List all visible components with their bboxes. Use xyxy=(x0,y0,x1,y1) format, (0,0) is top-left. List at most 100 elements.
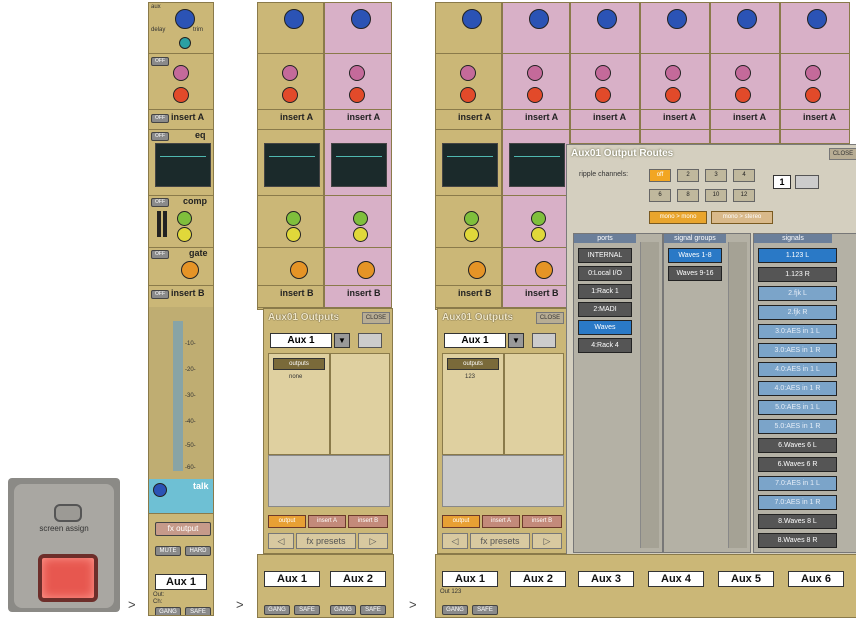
next-icon[interactable]: ▷ xyxy=(532,533,562,549)
comp-ratio-knob-icon[interactable] xyxy=(531,227,546,242)
insert-b-off-button[interactable]: OFF xyxy=(151,290,169,299)
gate-off-button[interactable]: OFF xyxy=(151,250,169,259)
chevron-down-icon[interactable]: ▼ xyxy=(334,333,350,348)
close-button[interactable]: CLOSE xyxy=(362,312,390,324)
prev-icon[interactable]: ◁ xyxy=(442,533,468,549)
trim-knob-icon[interactable] xyxy=(597,9,617,29)
hpf-knob-icon[interactable] xyxy=(349,65,365,81)
signal-item[interactable]: 3.0:AES in 1 R xyxy=(758,343,837,358)
trim-knob-icon[interactable] xyxy=(737,9,757,29)
outputs-button[interactable]: outputs xyxy=(273,358,325,370)
hpf-knob-icon[interactable] xyxy=(665,65,681,81)
keyboard-icon[interactable] xyxy=(532,333,556,348)
safe-button[interactable]: SAFE xyxy=(472,605,498,615)
ripple-10-button[interactable]: 10 xyxy=(705,189,727,202)
signal-item[interactable]: 2.fjk L xyxy=(758,286,837,301)
lpf-knob-icon[interactable] xyxy=(735,87,751,103)
channel-name[interactable]: Aux 2 xyxy=(330,571,386,587)
signal-item[interactable]: 5.0:AES in 1 R xyxy=(758,419,837,434)
ripple-12-button[interactable]: 12 xyxy=(733,189,755,202)
comp-threshold-knob-icon[interactable] xyxy=(531,211,546,226)
gang-button[interactable]: GANG xyxy=(330,605,356,615)
delay-knob-icon[interactable] xyxy=(179,37,191,49)
mono-mono-button[interactable]: mono > mono xyxy=(649,211,707,224)
comp-threshold-knob-icon[interactable] xyxy=(464,211,479,226)
lpf-knob-icon[interactable] xyxy=(460,87,476,103)
ripple-2-button[interactable]: 2 xyxy=(677,169,699,182)
safe-button[interactable]: SAFE xyxy=(360,605,386,615)
signal-item[interactable]: 1.123 L xyxy=(758,248,837,263)
port-item[interactable]: INTERNAL xyxy=(578,248,632,263)
port-item[interactable]: 0:Local I/O xyxy=(578,266,632,281)
gang-button[interactable]: GANG xyxy=(442,605,468,615)
channel-name[interactable]: Aux 1 xyxy=(442,571,498,587)
gate-threshold-knob-icon[interactable] xyxy=(181,261,199,279)
gate-threshold-knob-icon[interactable] xyxy=(290,261,308,279)
signal-item[interactable]: 3.0:AES in 1 L xyxy=(758,324,837,339)
eq-curve-display[interactable] xyxy=(264,143,320,187)
signal-item[interactable]: 6.Waves 6 R xyxy=(758,457,837,472)
tab-insert-a[interactable]: insert A xyxy=(308,515,346,528)
signal-item[interactable]: 1.123 R xyxy=(758,267,837,282)
fx-presets-button[interactable]: fx presets xyxy=(470,533,530,549)
signal-item[interactable]: 8.Waves 8 L xyxy=(758,514,837,529)
screen-assign-button[interactable] xyxy=(38,554,98,602)
signal-item[interactable]: 2.fjk R xyxy=(758,305,837,320)
mono-stereo-button[interactable]: mono > stereo xyxy=(711,211,773,224)
close-button[interactable]: CLOSE xyxy=(536,312,564,324)
tab-insert-b[interactable]: insert B xyxy=(348,515,388,528)
lpf-knob-icon[interactable] xyxy=(805,87,821,103)
lpf-knob-icon[interactable] xyxy=(665,87,681,103)
port-item[interactable]: 4:Rack 4 xyxy=(578,338,632,353)
comp-off-button[interactable]: OFF xyxy=(151,198,169,207)
lpf-knob-icon[interactable] xyxy=(282,87,298,103)
aux-select[interactable]: Aux 1 xyxy=(270,333,332,348)
channel-name[interactable]: Aux 2 xyxy=(510,571,566,587)
trim-knob-icon[interactable] xyxy=(529,9,549,29)
signal-item[interactable]: 6.Waves 6 L xyxy=(758,438,837,453)
lpf-knob-icon[interactable] xyxy=(173,87,189,103)
trim-knob-icon[interactable] xyxy=(284,9,304,29)
tab-output[interactable]: output xyxy=(442,515,480,528)
fx-output-button[interactable]: fx output xyxy=(155,522,211,536)
eq-off-button[interactable]: OFF xyxy=(151,132,169,141)
port-item-selected[interactable]: Waves xyxy=(578,320,632,335)
comp-ratio-knob-icon[interactable] xyxy=(353,227,368,242)
gang-button[interactable]: GANG xyxy=(155,607,181,615)
eq-curve-display[interactable] xyxy=(442,143,498,187)
aux-select[interactable]: Aux 1 xyxy=(444,333,506,348)
ripple-6-button[interactable]: 6 xyxy=(649,189,671,202)
filter-off-button[interactable]: OFF xyxy=(151,57,169,66)
signal-item[interactable]: 7.0:AES in 1 R xyxy=(758,495,837,510)
tab-insert-a[interactable]: insert A xyxy=(482,515,520,528)
comp-ratio-knob-icon[interactable] xyxy=(464,227,479,242)
lpf-knob-icon[interactable] xyxy=(527,87,543,103)
channel-name[interactable]: Aux 1 xyxy=(155,574,207,590)
hpf-knob-icon[interactable] xyxy=(805,65,821,81)
gate-threshold-knob-icon[interactable] xyxy=(468,261,486,279)
insert-a-off-button[interactable]: OFF xyxy=(151,114,169,123)
signal-item[interactable]: 7.0:AES in 1 L xyxy=(758,476,837,491)
prev-icon[interactable]: ◁ xyxy=(268,533,294,549)
talk-knob-icon[interactable] xyxy=(153,483,167,497)
trim-knob-icon[interactable] xyxy=(667,9,687,29)
channel-name[interactable]: Aux 5 xyxy=(718,571,774,587)
signal-item[interactable]: 8.Waves 8 R xyxy=(758,533,837,548)
tab-insert-b[interactable]: insert B xyxy=(522,515,562,528)
safe-button[interactable]: SAFE xyxy=(185,607,211,615)
trim-knob-icon[interactable] xyxy=(462,9,482,29)
signal-item[interactable]: 4.0:AES in 1 L xyxy=(758,362,837,377)
signal-item[interactable]: 5.0:AES in 1 L xyxy=(758,400,837,415)
comp-ratio-knob-icon[interactable] xyxy=(286,227,301,242)
fx-presets-button[interactable]: fx presets xyxy=(296,533,356,549)
gang-button[interactable]: GANG xyxy=(264,605,290,615)
lpf-knob-icon[interactable] xyxy=(595,87,611,103)
channel-name[interactable]: Aux 1 xyxy=(264,571,320,587)
tab-output[interactable]: output xyxy=(268,515,306,528)
comp-threshold-knob-icon[interactable] xyxy=(286,211,301,226)
eq-curve-display[interactable] xyxy=(331,143,387,187)
ripple-count[interactable]: 1 xyxy=(773,175,791,189)
eq-curve-display[interactable] xyxy=(155,143,211,187)
channel-name[interactable]: Aux 4 xyxy=(648,571,704,587)
gate-threshold-knob-icon[interactable] xyxy=(357,261,375,279)
